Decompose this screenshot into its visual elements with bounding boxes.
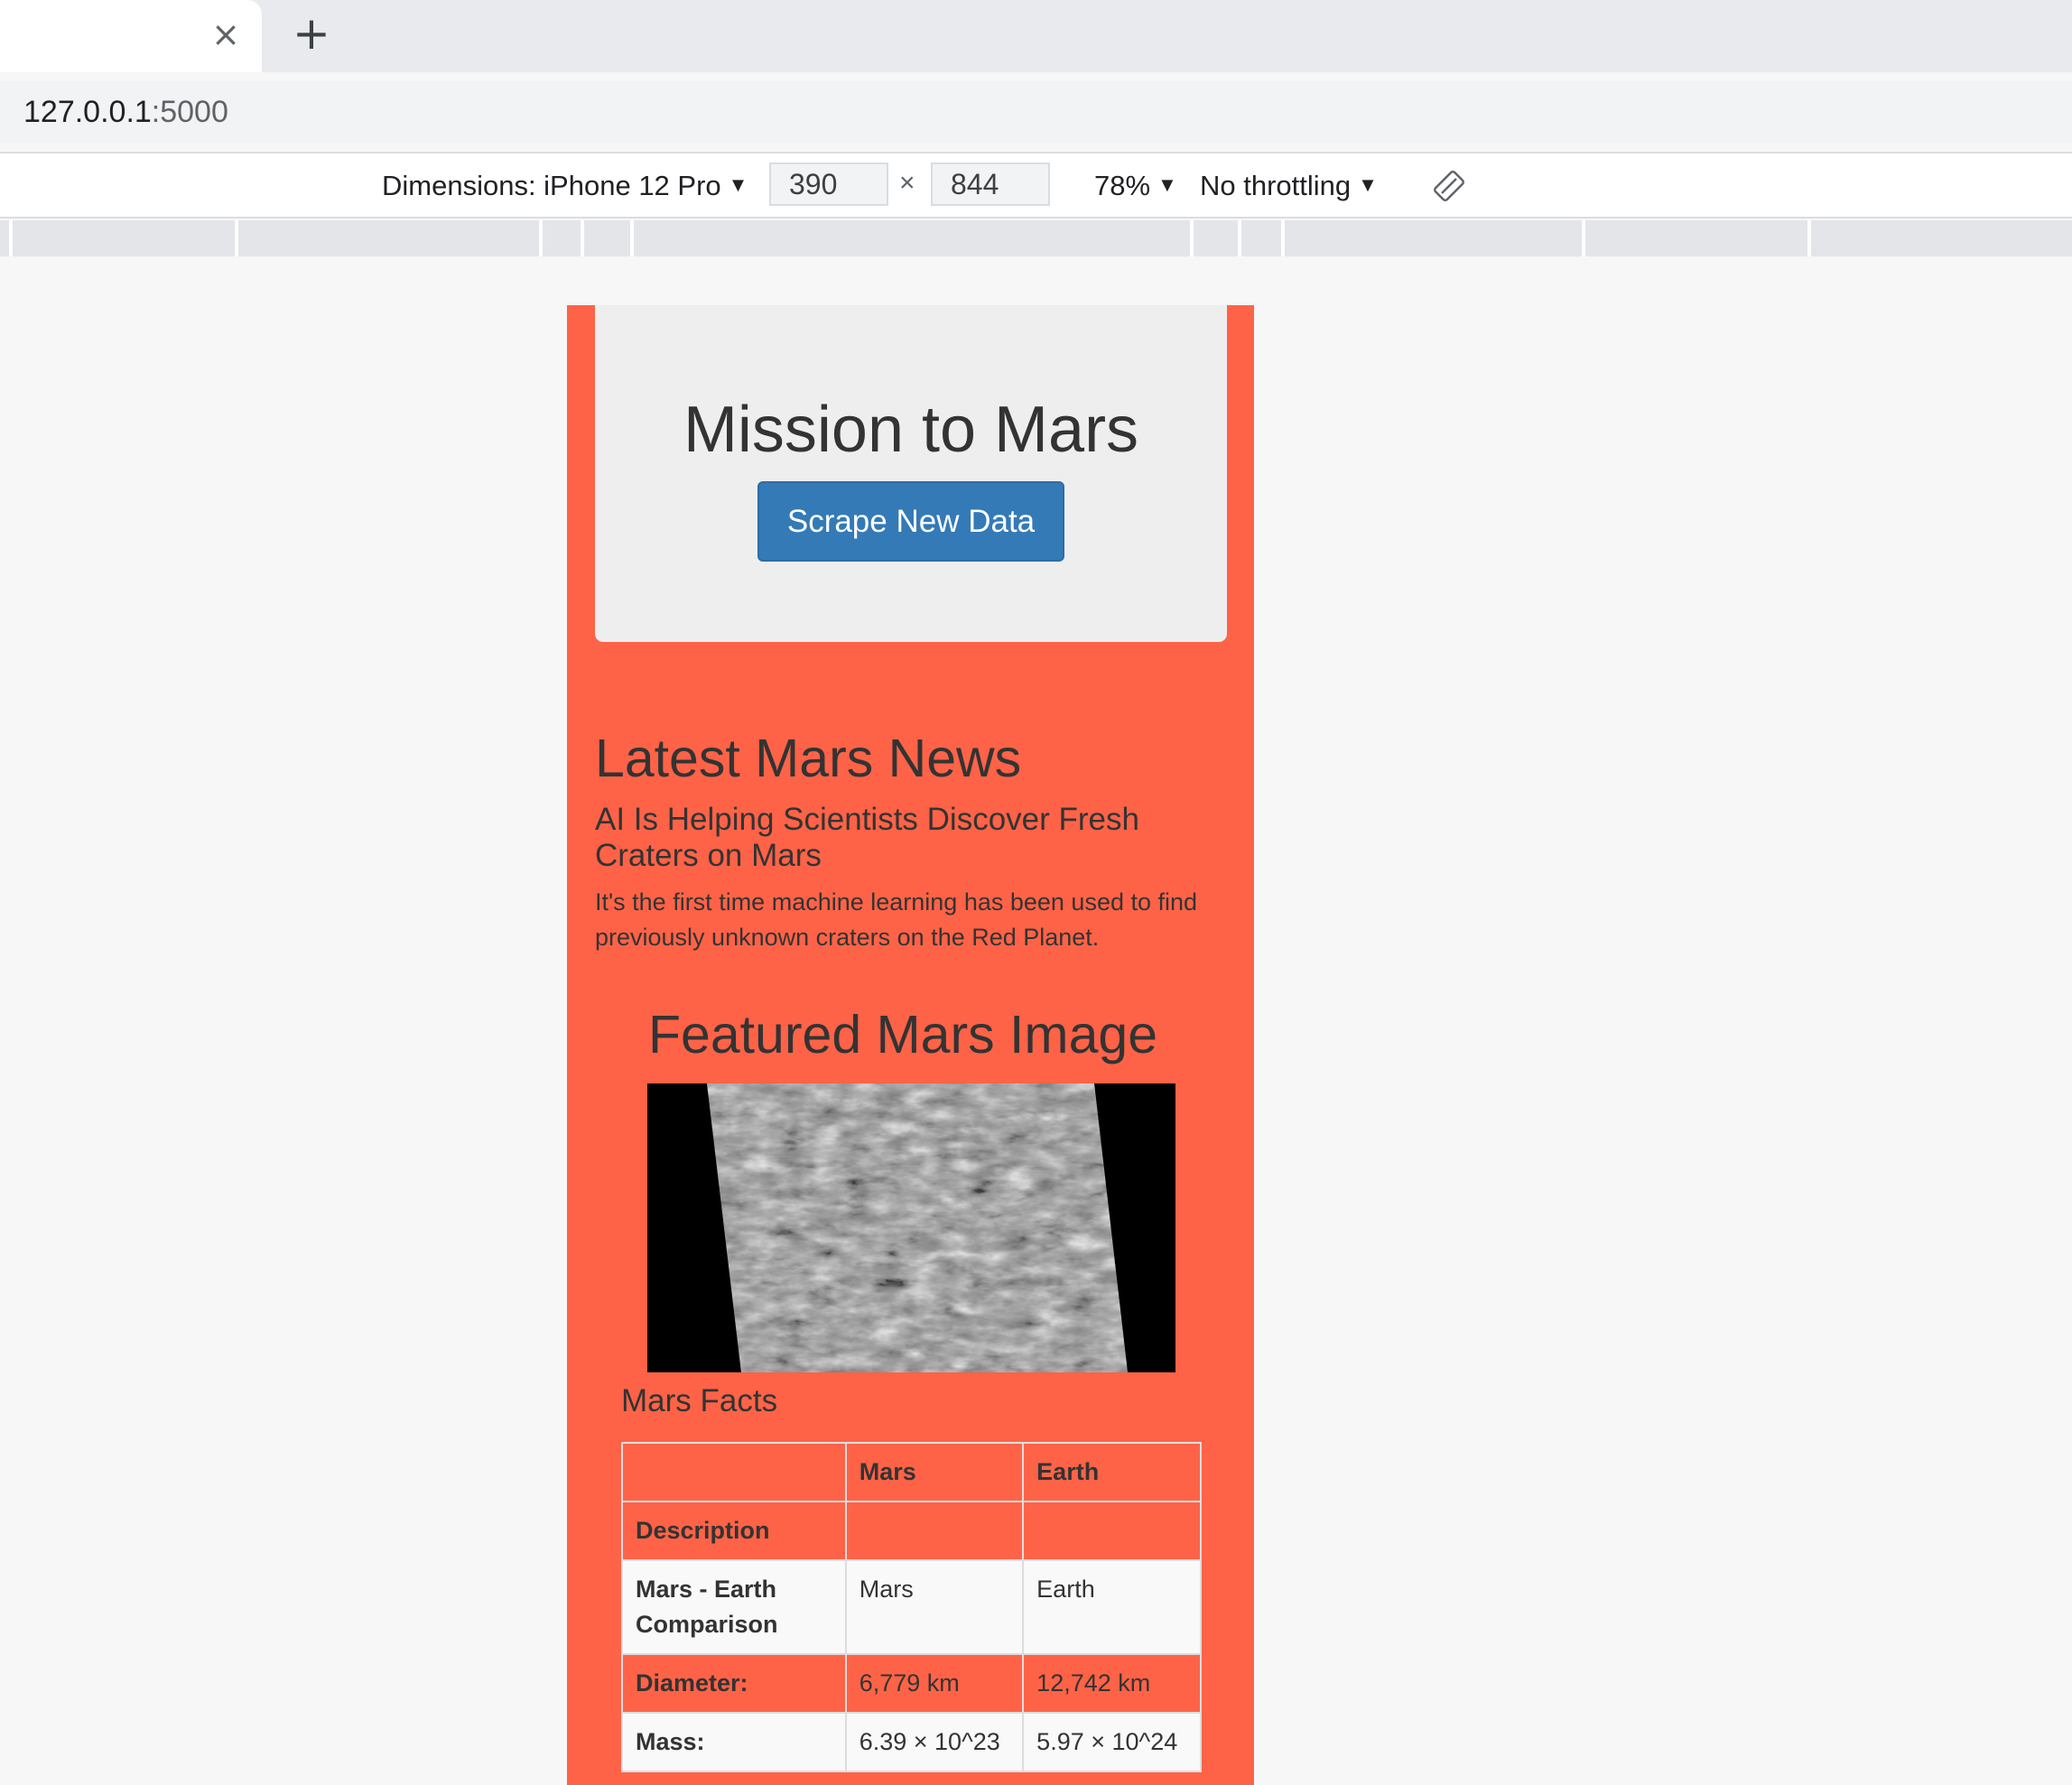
table-row: Mars - Earth Comparison Mars Earth: [621, 1559, 1202, 1655]
media-query-divider: [1281, 220, 1285, 256]
caret-down-icon: ▼: [1157, 173, 1177, 196]
device-toolbar: Dimensions: iPhone 12 Pro ▼ 390 × 844 78%…: [0, 152, 2072, 218]
table-row: Mass: 6.39 × 10^23 5.97 × 10^24: [621, 1712, 1202, 1772]
media-query-divider: [539, 220, 543, 256]
height-input[interactable]: 844: [931, 163, 1050, 206]
media-query-bar[interactable]: [0, 220, 2072, 256]
mars-value: 6,779 km: [844, 1653, 1025, 1714]
url-text[interactable]: 127.0.0.1:5000: [23, 94, 228, 130]
earth-value: 12,742 km: [1022, 1653, 1202, 1714]
close-icon[interactable]: ×: [206, 14, 246, 54]
media-query-divider: [1582, 220, 1585, 256]
row-label: Description: [621, 1501, 847, 1561]
column-header: Earth: [1022, 1442, 1202, 1502]
news-paragraph: It's the first time machine learning has…: [595, 888, 1198, 951]
times-icon: ×: [899, 168, 915, 198]
earth-value: Earth: [1022, 1559, 1202, 1655]
earth-value: [1022, 1501, 1202, 1561]
row-label: Mars - Earth Comparison: [621, 1559, 847, 1655]
throttling-label: No throttling: [1200, 170, 1352, 201]
media-query-divider: [1190, 220, 1194, 256]
caret-down-icon: ▼: [1358, 173, 1378, 196]
jumbotron: Mission to Mars Scrape New Data: [595, 305, 1227, 642]
media-query-divider: [235, 220, 238, 256]
scrape-button[interactable]: Scrape New Data: [757, 481, 1064, 562]
zoom-dropdown[interactable]: 78% ▼: [1094, 166, 1177, 205]
table-row: Description: [621, 1501, 1202, 1561]
mars-value: Mars: [844, 1559, 1025, 1655]
mars-facts-heading: Mars Facts: [621, 1383, 778, 1418]
rotate-icon[interactable]: [1432, 169, 1466, 203]
table-row: Diameter: 6,779 km 12,742 km: [621, 1653, 1202, 1714]
device-viewport: Mission to Mars Scrape New Data Latest M…: [567, 305, 1254, 1785]
new-tab-icon[interactable]: +: [289, 11, 334, 56]
url-port: :5000: [151, 95, 228, 129]
media-query-divider: [1807, 220, 1811, 256]
mars-facts-table: Mars Earth Description Mars - Earth Comp…: [621, 1442, 1202, 1772]
page-title: Mission to Mars: [683, 394, 1139, 466]
tab-strip: × +: [0, 0, 2072, 72]
dimensions-label: Dimensions: iPhone 12 Pro: [382, 170, 721, 201]
news-title: AI Is Helping Scientists Discover Fresh …: [595, 802, 1139, 873]
width-input[interactable]: 390: [769, 163, 888, 206]
media-query-divider: [9, 220, 13, 256]
media-query-divider: [581, 220, 584, 256]
row-label: Diameter:: [621, 1653, 847, 1714]
column-header: Mars: [844, 1442, 1025, 1502]
featured-image: [647, 1083, 1175, 1372]
dimensions-dropdown[interactable]: Dimensions: iPhone 12 Pro ▼: [382, 166, 748, 205]
featured-image-heading: Featured Mars Image: [648, 1005, 1158, 1064]
zoom-label: 78%: [1094, 170, 1151, 201]
browser-tab[interactable]: ×: [0, 0, 262, 72]
column-header: [621, 1442, 847, 1502]
address-bar[interactable]: 127.0.0.1:5000: [0, 81, 2072, 143]
row-label: Mass:: [621, 1712, 847, 1772]
earth-value: 5.97 × 10^24: [1022, 1712, 1202, 1772]
table-header-row: Mars Earth: [621, 1442, 1202, 1502]
mars-value: 6.39 × 10^23: [844, 1712, 1025, 1772]
caret-down-icon: ▼: [728, 173, 748, 196]
media-query-divider: [630, 220, 634, 256]
mars-value: [844, 1501, 1025, 1561]
media-query-divider: [1238, 220, 1241, 256]
url-host: 127.0.0.1: [23, 95, 152, 129]
throttling-dropdown[interactable]: No throttling ▼: [1200, 166, 1378, 205]
news-heading: Latest Mars News: [595, 729, 1022, 788]
